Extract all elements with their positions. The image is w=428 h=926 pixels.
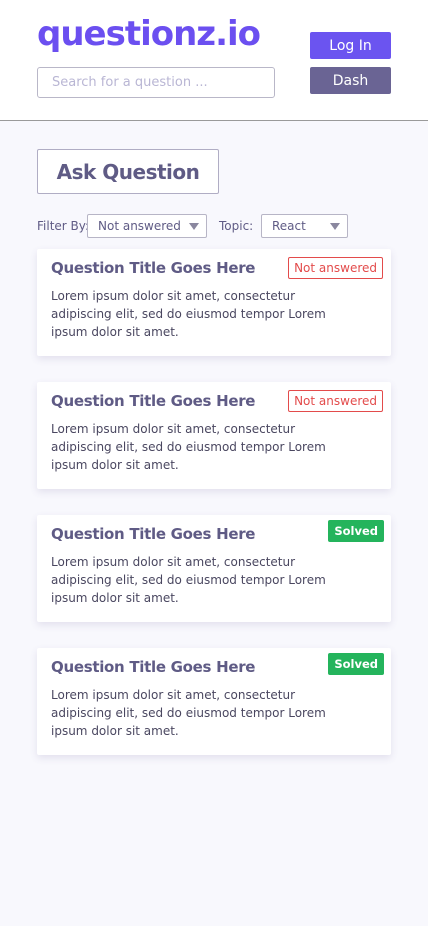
filter-select[interactable]: Not answered — [87, 214, 207, 238]
question-title[interactable]: Question Title Goes Here — [51, 392, 255, 410]
question-body: Lorem ipsum dolor sit amet, consectetur … — [51, 289, 326, 339]
filter-select-value: Not answered — [98, 219, 181, 233]
chevron-down-icon — [189, 223, 199, 230]
status-badge: Not answered — [288, 390, 383, 412]
status-badge: Not answered — [288, 257, 383, 279]
status-badge: Solved — [328, 653, 384, 675]
question-card[interactable]: Question Title Goes Here Solved Lorem ip… — [37, 648, 391, 755]
ask-question-button[interactable]: Ask Question — [37, 149, 219, 194]
question-body: Lorem ipsum dolor sit amet, consectetur … — [51, 688, 326, 738]
question-card[interactable]: Question Title Goes Here Solved Lorem ip… — [37, 515, 391, 622]
question-body: Lorem ipsum dolor sit amet, consectetur … — [51, 422, 326, 472]
top-header: questionz.io Log In Dash — [0, 0, 428, 121]
question-title[interactable]: Question Title Goes Here — [51, 658, 255, 676]
dash-button[interactable]: Dash — [310, 67, 391, 94]
topic-label: Topic: — [219, 219, 254, 233]
chevron-down-icon — [330, 223, 340, 230]
login-button[interactable]: Log In — [310, 32, 391, 59]
filter-by-label: Filter By: — [37, 219, 90, 233]
search-input[interactable] — [37, 67, 275, 98]
question-title[interactable]: Question Title Goes Here — [51, 259, 255, 277]
topic-select[interactable]: React — [261, 214, 348, 238]
question-card[interactable]: Question Title Goes Here Not answered Lo… — [37, 249, 391, 356]
question-body: Lorem ipsum dolor sit amet, consectetur … — [51, 555, 326, 605]
question-card[interactable]: Question Title Goes Here Not answered Lo… — [37, 382, 391, 489]
site-logo[interactable]: questionz.io — [37, 14, 261, 54]
question-title[interactable]: Question Title Goes Here — [51, 525, 255, 543]
status-badge: Solved — [328, 520, 384, 542]
topic-select-value: React — [272, 219, 306, 233]
